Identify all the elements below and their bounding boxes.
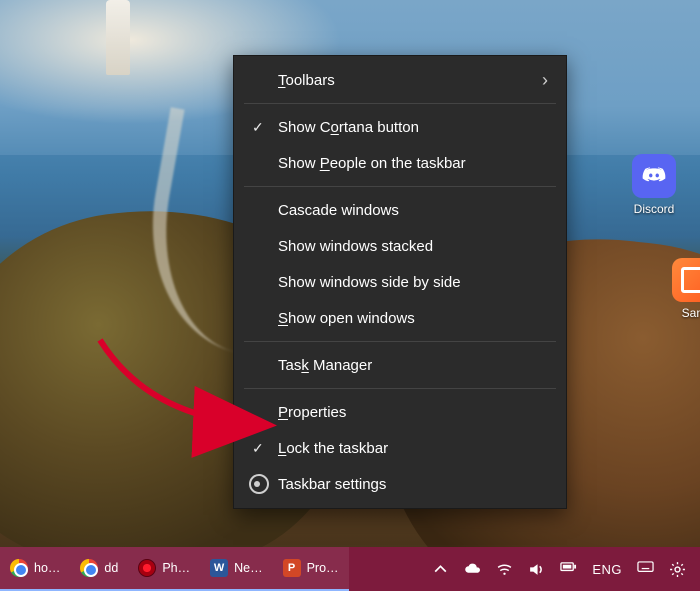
desktop-icon-discord[interactable]: Discord <box>622 154 686 216</box>
word-icon: W <box>210 559 228 577</box>
desktop: Discord Sam Toolbars Show Cortana button… <box>0 0 700 591</box>
taskbar-item-label: Ne… <box>234 561 262 575</box>
menu-item-stacked[interactable]: Show windows stacked <box>234 228 566 264</box>
menu-item-taskbar-settings[interactable]: Taskbar settings <box>234 466 566 502</box>
menu-item-side-by-side[interactable]: Show windows side by side <box>234 264 566 300</box>
menu-separator <box>244 186 556 187</box>
menu-item-show-people[interactable]: Show People on the taskbar <box>234 145 566 181</box>
tray-onedrive-icon[interactable] <box>464 561 481 578</box>
taskbar-item-powerpoint[interactable]: P Pro… <box>273 547 349 591</box>
taskbar-item-chrome-2[interactable]: dd <box>70 547 128 591</box>
menu-label: Show windows side by side <box>278 274 461 291</box>
discord-icon <box>632 154 676 198</box>
tray-touch-keyboard-icon[interactable] <box>637 561 654 578</box>
menu-label: Show windows stacked <box>278 238 433 255</box>
menu-label: Cascade windows <box>278 202 399 219</box>
desktop-icon-label: Sam <box>662 306 700 320</box>
desktop-icon-label: Discord <box>622 202 686 216</box>
taskbar-item-chrome[interactable]: ho… <box>0 547 70 591</box>
menu-item-task-manager[interactable]: Task Manager <box>234 347 566 383</box>
taskbar-item-label: dd <box>104 561 118 575</box>
tray-volume-icon[interactable] <box>528 561 545 578</box>
menu-label: Show Cortana button <box>278 119 419 136</box>
taskbar-item-label: Pro… <box>307 561 339 575</box>
tray-chevron-up-icon[interactable] <box>432 561 449 578</box>
menu-item-show-cortana[interactable]: Show Cortana button <box>234 109 566 145</box>
menu-separator <box>244 341 556 342</box>
taskbar-item-word[interactable]: W Ne… <box>200 547 272 591</box>
chrome-icon <box>10 559 28 577</box>
menu-label: Taskbar settings <box>278 476 386 493</box>
chrome-icon <box>80 559 98 577</box>
powerpoint-icon: P <box>283 559 301 577</box>
tray-wifi-icon[interactable] <box>496 561 513 578</box>
system-tray: ENG <box>426 561 700 578</box>
tray-battery-icon[interactable] <box>560 561 577 578</box>
tray-settings-icon[interactable] <box>669 561 686 578</box>
menu-item-cascade[interactable]: Cascade windows <box>234 192 566 228</box>
menu-label: Task Manager <box>278 357 372 374</box>
samsung-icon <box>672 258 700 302</box>
menu-separator <box>244 388 556 389</box>
taskbar[interactable]: ho… dd Ph… W Ne… P Pro… <box>0 547 700 591</box>
tray-language[interactable]: ENG <box>592 562 622 577</box>
desktop-icon-samsung[interactable]: Sam <box>662 258 700 320</box>
menu-label: Toolbars <box>278 72 335 89</box>
menu-item-properties[interactable]: Properties <box>234 394 566 430</box>
menu-item-lock-taskbar[interactable]: Lock the taskbar <box>234 430 566 466</box>
menu-label: Show People on the taskbar <box>278 155 466 172</box>
opera-icon <box>138 559 156 577</box>
taskbar-context-menu: Toolbars Show Cortana button Show People… <box>233 55 567 509</box>
wallpaper-lighthouse <box>106 0 130 75</box>
menu-label: Show open windows <box>278 310 415 327</box>
menu-label: Properties <box>278 404 346 421</box>
menu-item-toolbars[interactable]: Toolbars <box>234 62 566 98</box>
taskbar-item-label: Ph… <box>162 561 190 575</box>
menu-label: Lock the taskbar <box>278 440 388 457</box>
menu-item-show-open-windows[interactable]: Show open windows <box>234 300 566 336</box>
taskbar-item-opera[interactable]: Ph… <box>128 547 200 591</box>
menu-separator <box>244 103 556 104</box>
taskbar-item-label: ho… <box>34 561 60 575</box>
